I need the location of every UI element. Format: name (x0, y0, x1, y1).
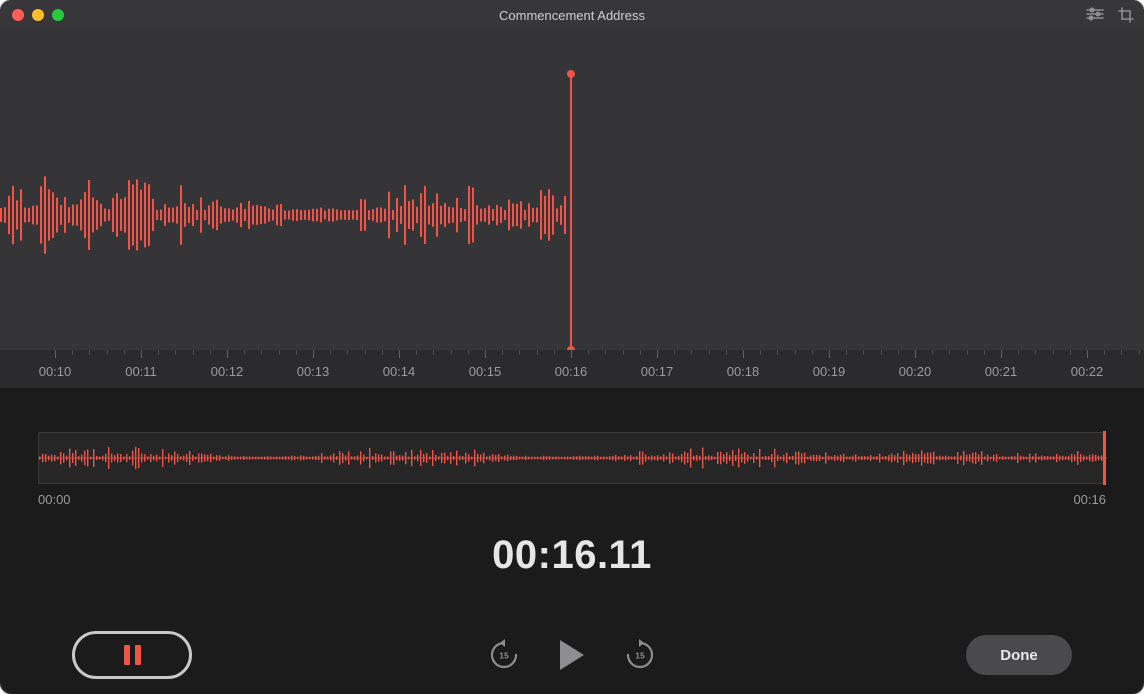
ruler-label: 00:15 (469, 364, 502, 379)
overview-start-time: 00:00 (38, 492, 71, 507)
ruler-label: 00:14 (383, 364, 416, 379)
transport-controls: 15 15 Done (0, 638, 1144, 672)
ruler-label: 00:11 (125, 364, 157, 379)
skip-back-button[interactable]: 15 (487, 638, 521, 672)
skip-fwd-seconds: 15 (635, 651, 645, 661)
ruler-label: 00:16 (555, 364, 588, 379)
skip-forward-button[interactable]: 15 (623, 638, 657, 672)
overview-playhead[interactable] (1103, 431, 1106, 485)
ruler-label: 00:19 (813, 364, 846, 379)
settings-icon[interactable] (1086, 7, 1104, 23)
waveform-main[interactable] (0, 30, 1144, 350)
ruler-label: 00:13 (297, 364, 330, 379)
time-ruler[interactable]: 00:10 00:11 00:12 00:13 00:14 00:15 00:16 00:17… (0, 350, 1144, 388)
trim-icon[interactable] (1118, 7, 1134, 23)
overview-graphic (39, 433, 1107, 483)
skip-back-seconds: 15 (499, 651, 509, 661)
voice-memos-window: Commencement Address (0, 0, 1144, 694)
waveform-overview[interactable] (38, 432, 1106, 484)
ruler-label: 00:10 (39, 364, 72, 379)
ruler-label: 00:22 (1071, 364, 1104, 379)
ruler-label: 00:21 (985, 364, 1018, 379)
elapsed-time: 00:16.11 (0, 533, 1144, 578)
play-button[interactable] (557, 638, 587, 672)
ruler-label: 00:17 (641, 364, 674, 379)
ruler-label: 00:20 (899, 364, 932, 379)
waveform-graphic (0, 30, 1144, 350)
done-label: Done (1000, 647, 1038, 664)
done-button[interactable]: Done (966, 635, 1072, 675)
pause-icon (124, 645, 141, 665)
ruler-label: 00:12 (211, 364, 244, 379)
window-title: Commencement Address (0, 8, 1144, 23)
pause-button[interactable] (72, 631, 192, 679)
titlebar: Commencement Address (0, 0, 1144, 30)
ruler-label: 00:18 (727, 364, 760, 379)
overview-end-time: 00:16 (1073, 492, 1106, 507)
